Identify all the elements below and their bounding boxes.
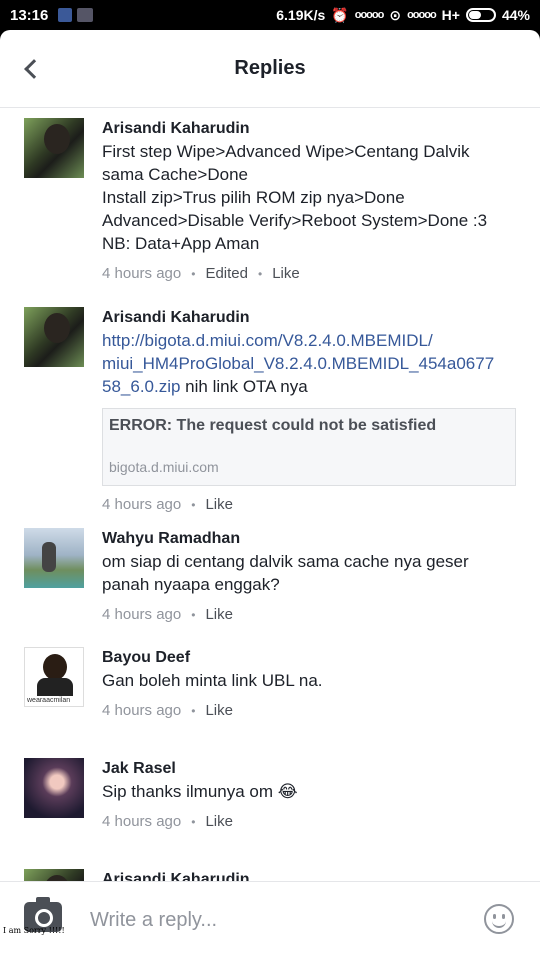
comment-line: First step Wipe>Advanced Wipe>Centang Da… [102, 142, 470, 161]
sim-icon: ⊙ [389, 6, 402, 23]
comment-line: om siap di centang dalvik sama cache nya… [102, 552, 469, 571]
avatar[interactable]: wearaacmilan [24, 647, 84, 707]
comment-suffix: nih link OTA nya [180, 377, 308, 396]
separator-dot: • [191, 607, 196, 622]
comment-meta: 4 hours ago • Like [102, 606, 524, 623]
replies-screen: Replies Arisandi Kaharudin First step Wi… [0, 30, 540, 960]
link-preview-title: ERROR: The request could not be satisfie… [109, 417, 437, 434]
comment-item: wearaacmilan Bayou Deef Gan boleh minta … [24, 647, 524, 719]
battery-icon [465, 8, 496, 22]
like-button[interactable]: Like [205, 496, 233, 513]
comment-line: Sip thanks ilmunya om 😂 [102, 782, 298, 801]
comment-author[interactable]: Arisandi Kaharudin [102, 869, 524, 881]
avatar-tag: wearaacmilan [27, 697, 71, 704]
edited-link[interactable]: Edited [205, 265, 248, 282]
comment-content: Jak Rasel Sip thanks ilmunya om 😂 4 hour… [102, 758, 524, 830]
alarm-icon: ⏰ [331, 6, 349, 23]
comment-line: Advanced>Disable Verify>Reboot System>Do… [102, 211, 488, 230]
avatar[interactable] [24, 307, 84, 367]
comment-meta: 4 hours ago • Like [102, 702, 524, 719]
back-button[interactable] [16, 54, 46, 84]
like-button[interactable]: Like [205, 813, 233, 830]
network-speed: 6.19K/s [276, 7, 326, 23]
comment-line: panah nyaapa enggak? [102, 575, 280, 594]
comment-item: Jak Rasel Sip thanks ilmunya om 😂 4 hour… [24, 758, 524, 830]
comment-item: Arisandi Kaharudin http://bigota.d.miui.… [24, 307, 524, 513]
comment-content: Arisandi Kaharudin First step Wipe>Advan… [102, 118, 524, 282]
ota-link[interactable]: miui_HM4ProGlobal_V8.2.4.0.MBEMIDL_454a0… [102, 352, 524, 375]
comment-timestamp: 4 hours ago [102, 265, 182, 282]
comment-timestamp: 4 hours ago [102, 702, 182, 719]
comment-text: Gan boleh minta link UBL na. [102, 669, 524, 692]
comment-line: NB: Data+App Aman [102, 234, 260, 253]
comment-meta: 4 hours ago • Like [102, 813, 524, 830]
header: Replies [0, 30, 540, 108]
status-time: 13:16 [10, 6, 49, 24]
comment-item: Wahyu Ramadhan om siap di centang dalvik… [24, 528, 524, 623]
avatar[interactable] [24, 528, 84, 588]
avatar[interactable] [24, 118, 84, 178]
comment-text: Sip thanks ilmunya om 😂 [102, 780, 524, 803]
smiley-icon[interactable] [484, 904, 514, 934]
comment-author[interactable]: Arisandi Kaharudin [102, 307, 524, 329]
comment-timestamp: 4 hours ago [102, 496, 182, 513]
comment-item: Arisandi Kaharudin First step Wipe>Advan… [24, 118, 524, 282]
comment-content: Arisandi Kaharudin [102, 869, 524, 881]
comment-timestamp: 4 hours ago [102, 606, 182, 623]
comment-line: Install zip>Trus pilih ROM zip nya>Done [102, 188, 405, 207]
status-indicators: 6.19K/s ⏰ ooooo ⊙ ooooo H+ 44% [276, 7, 530, 24]
like-button[interactable]: Like [205, 606, 233, 623]
comment-author[interactable]: Jak Rasel [102, 758, 524, 780]
page-title: Replies [234, 57, 306, 79]
reply-composer: I am Sorry !!!!! [0, 881, 540, 960]
watermark-text: I am Sorry !!!!! [3, 926, 65, 935]
chevron-left-icon [24, 59, 44, 79]
comment-meta: 4 hours ago • Like [102, 496, 524, 513]
battery-level: 44% [501, 7, 530, 23]
comment-text: First step Wipe>Advanced Wipe>Centang Da… [102, 140, 524, 255]
comment-text: om siap di centang dalvik sama cache nya… [102, 550, 524, 596]
comment-author[interactable]: Arisandi Kaharudin [102, 118, 524, 140]
comment-line: sama Cache>Done [102, 165, 249, 184]
comment-text: http://bigota.d.miui.com/V8.2.4.0.MBEMID… [102, 329, 524, 398]
comment-author[interactable]: Wahyu Ramadhan [102, 528, 524, 550]
image-notification-icon [77, 8, 94, 22]
separator-dot: • [191, 703, 196, 718]
separator-dot: • [191, 814, 196, 829]
reply-input[interactable] [90, 904, 450, 936]
avatar[interactable] [24, 758, 84, 818]
signal-strength-sim2: ooooo [407, 9, 437, 21]
link-preview-domain: bigota.d.miui.com [109, 459, 219, 475]
network-type: H+ [441, 7, 460, 23]
avatar[interactable] [24, 869, 84, 881]
comment-timestamp: 4 hours ago [102, 813, 182, 830]
ota-link[interactable]: 58_6.0.zip [102, 377, 180, 396]
ota-link[interactable]: http://bigota.d.miui.com/V8.2.4.0.MBEMID… [102, 329, 524, 352]
comment-content: Wahyu Ramadhan om siap di centang dalvik… [102, 528, 524, 623]
comment-content: Arisandi Kaharudin http://bigota.d.miui.… [102, 307, 524, 513]
like-button[interactable]: Like [205, 702, 233, 719]
comment-author[interactable]: Bayou Deef [102, 647, 524, 669]
comment-item: Arisandi Kaharudin [24, 869, 524, 881]
comment-meta: 4 hours ago • Edited • Like [102, 265, 524, 282]
signal-strength-sim1: ooooo [354, 9, 385, 21]
status-bar: 13:16 6.19K/s ⏰ ooooo ⊙ ooooo H+ 44% [0, 0, 540, 30]
separator-dot: • [257, 266, 263, 281]
comment-list[interactable]: Arisandi Kaharudin First step Wipe>Advan… [0, 110, 540, 881]
comment-line: Gan boleh minta link UBL na. [102, 671, 323, 690]
comment-content: Bayou Deef Gan boleh minta link UBL na. … [102, 647, 524, 719]
separator-dot: • [191, 266, 196, 281]
facebook-notification-icon [58, 8, 73, 22]
separator-dot: • [191, 497, 196, 512]
like-button[interactable]: Like [272, 265, 300, 282]
link-preview-card[interactable]: ERROR: The request could not be satisfie… [102, 408, 516, 486]
